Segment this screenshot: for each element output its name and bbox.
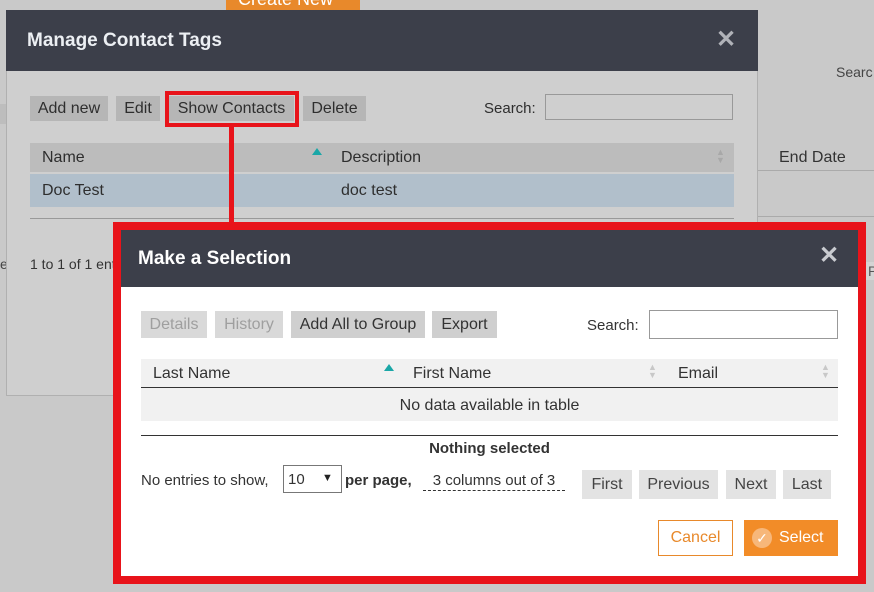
dialog-title: Manage Contact Tags [27, 30, 222, 51]
last-page-button[interactable]: Last [783, 470, 831, 499]
highlight-connector [229, 127, 234, 224]
table-info: 1 to 1 of 1 ent [30, 256, 116, 272]
cell-description: doc test [341, 182, 398, 199]
empty-table-message: No data available in table [141, 388, 838, 421]
background-divider [758, 216, 874, 217]
export-button[interactable]: Export [432, 311, 497, 338]
cell-name: Doc Test [42, 182, 104, 199]
per-page-label: per page, [345, 472, 412, 489]
highlight-box [165, 91, 299, 127]
create-new-button[interactable]: Create New [226, 0, 360, 10]
add-new-button[interactable]: Add new [30, 96, 108, 121]
sort-both-icon: ▲ ▼ [821, 362, 830, 380]
cancel-button[interactable]: Cancel [658, 520, 733, 556]
checkmark-icon: ✓ [752, 528, 772, 548]
close-icon[interactable]: ✕ [716, 28, 736, 52]
page-size-value: 10 [288, 471, 305, 488]
column-header-email[interactable]: Email [678, 365, 718, 383]
next-page-button[interactable]: Next [726, 470, 776, 499]
search-label: Search: [484, 100, 536, 117]
table-row[interactable]: Doc Test doc test [30, 174, 734, 207]
table-divider [30, 218, 734, 219]
column-header-name[interactable]: Name [42, 149, 85, 167]
sort-both-icon: ▲ ▼ [716, 147, 725, 165]
background-divider [758, 170, 874, 171]
history-button[interactable]: History [215, 311, 283, 338]
background-end-date-header: End Date [779, 149, 846, 166]
first-page-button[interactable]: First [582, 470, 632, 499]
dialog-title: Make a Selection [138, 248, 292, 269]
select-button[interactable]: ✓ Select [744, 520, 838, 556]
table-header: Name Description ▲ ▼ [30, 143, 734, 172]
close-icon[interactable]: ✕ [819, 244, 839, 268]
entries-label: No entries to show, [141, 472, 269, 489]
page-size-select[interactable]: 10 ▼ [283, 465, 342, 493]
table-header: Last Name First Name ▲ ▼ Email ▲ ▼ [141, 359, 838, 388]
table-divider [141, 435, 838, 436]
selection-status: Nothing selected [429, 440, 550, 457]
previous-page-button[interactable]: Previous [639, 470, 718, 499]
column-header-first-name[interactable]: First Name [413, 365, 491, 383]
sort-ascending-icon [384, 364, 394, 371]
select-button-label: Select [779, 529, 824, 546]
sort-both-icon: ▲ ▼ [648, 362, 657, 380]
column-header-description[interactable]: Description [341, 149, 421, 167]
details-button[interactable]: Details [141, 311, 207, 338]
search-input[interactable] [545, 94, 733, 120]
search-label: Search: [587, 317, 639, 334]
add-all-to-group-button[interactable]: Add All to Group [291, 311, 425, 338]
column-header-last-name[interactable]: Last Name [153, 365, 230, 383]
chevron-down-icon: ▼ [322, 472, 333, 484]
edit-button[interactable]: Edit [116, 96, 160, 121]
column-visibility-toggle[interactable]: 3 columns out of 3 [423, 472, 565, 491]
delete-button[interactable]: Delete [303, 96, 366, 121]
sort-ascending-icon [312, 148, 322, 155]
background-search-label: Searc [836, 64, 873, 80]
search-input[interactable] [649, 310, 838, 339]
